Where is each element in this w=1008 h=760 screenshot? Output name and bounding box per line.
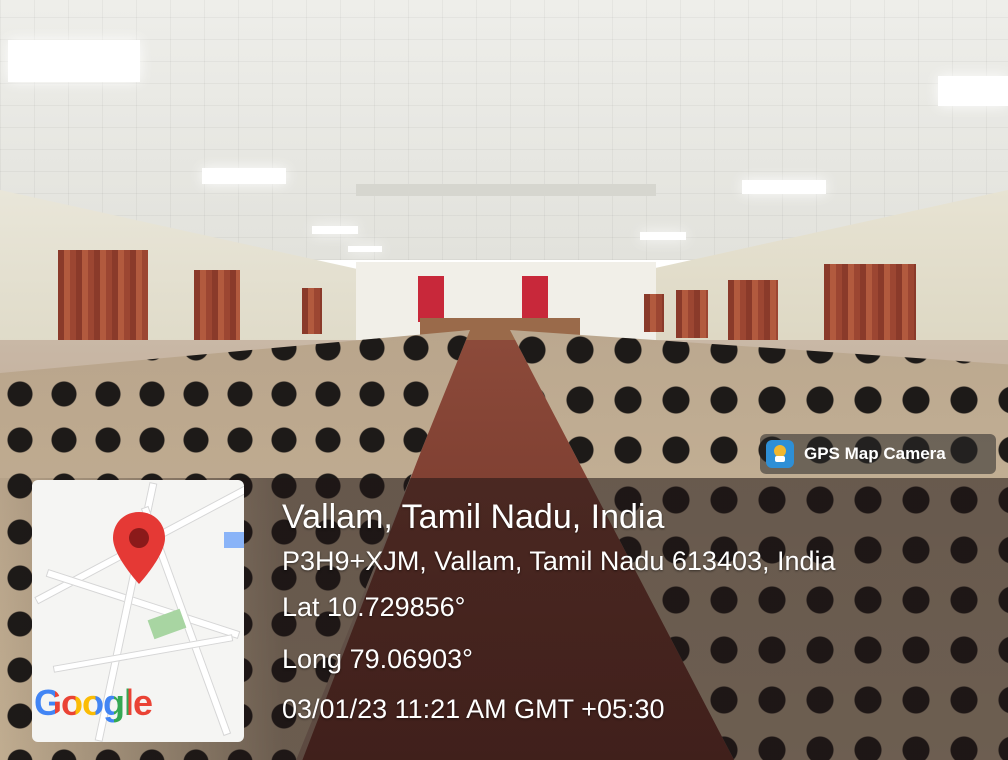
window-curtain bbox=[302, 288, 322, 334]
place-name: Vallam, Tamil Nadu, India bbox=[282, 498, 665, 536]
ceiling-light bbox=[8, 40, 140, 82]
location-pin-icon bbox=[113, 512, 165, 584]
ceiling-light bbox=[640, 232, 686, 240]
google-logo: Google bbox=[34, 682, 153, 724]
ceiling-light bbox=[742, 180, 826, 194]
longitude: Long 79.06903° bbox=[282, 644, 473, 674]
photo: GPS Map Camera Google Vallam, Tamil Nadu… bbox=[0, 0, 1008, 760]
latitude: Lat 10.729856° bbox=[282, 592, 466, 622]
red-panel bbox=[522, 276, 548, 322]
red-panel bbox=[418, 276, 444, 322]
google-logo-text: Google bbox=[34, 682, 153, 723]
gps-map-camera-icon bbox=[766, 440, 794, 468]
ceiling-light bbox=[202, 168, 286, 184]
window-curtain bbox=[644, 294, 664, 332]
map-thumbnail: Google bbox=[32, 480, 244, 742]
ceiling-light bbox=[312, 226, 358, 234]
app-name: GPS Map Camera bbox=[804, 444, 946, 463]
map-park bbox=[147, 608, 187, 640]
map-water bbox=[224, 532, 244, 548]
full-address: P3H9+XJM, Vallam, Tamil Nadu 613403, Ind… bbox=[282, 546, 836, 576]
ceiling-light bbox=[348, 246, 382, 252]
ceiling bbox=[0, 0, 1008, 260]
ceiling-beam bbox=[356, 184, 656, 196]
ceiling-light bbox=[938, 76, 1008, 106]
timestamp: 03/01/23 11:21 AM GMT +05:30 bbox=[282, 694, 665, 724]
gps-map-camera-badge: GPS Map Camera bbox=[760, 434, 996, 474]
window-curtain bbox=[676, 290, 708, 338]
